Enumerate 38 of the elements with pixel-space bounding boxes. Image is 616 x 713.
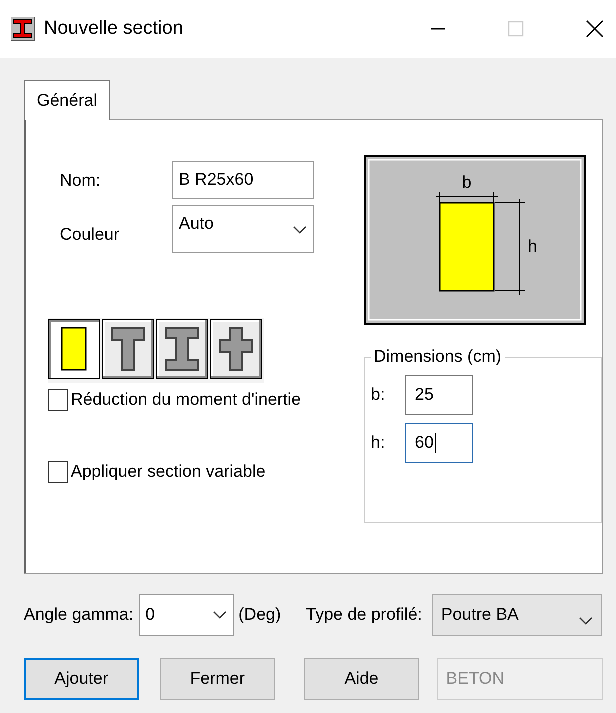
- ibeam-icon: [11, 17, 35, 41]
- chevron-down-icon: [293, 226, 307, 234]
- cross-icon: [216, 324, 256, 374]
- section-type-button[interactable]: [102, 319, 154, 379]
- dimension-field[interactable]: 25: [405, 375, 473, 415]
- field-label: Couleur: [59, 224, 121, 245]
- chevron-down-icon: [212, 611, 227, 619]
- tee-beam-icon: [108, 324, 148, 374]
- tab[interactable]: Général: [24, 80, 110, 120]
- field-label: Nom:: [59, 170, 102, 191]
- checkbox[interactable]: [48, 461, 68, 483]
- maximize-icon: [508, 21, 524, 37]
- ibeam-icon: [162, 324, 202, 374]
- checkbox-label: Appliquer section variable: [71, 462, 266, 482]
- name-field[interactable]: B R25x60: [172, 161, 314, 199]
- section-preview-drawing: b h: [364, 155, 586, 325]
- color-dropdown[interactable]: Auto: [172, 205, 314, 253]
- dialog-button[interactable]: Fermer: [160, 658, 276, 700]
- checkbox[interactable]: [48, 389, 68, 411]
- dialog-button[interactable]: Aide: [304, 658, 420, 700]
- close-icon[interactable]: [586, 20, 604, 38]
- field-label: Type de profilé:: [306, 605, 422, 625]
- field-label: h:: [371, 433, 386, 453]
- section-type-button[interactable]: [48, 319, 100, 379]
- dialog-button[interactable]: Ajouter: [24, 658, 140, 700]
- checkbox-label: Réduction du moment d'inertie: [71, 390, 302, 410]
- section-type-button[interactable]: [210, 319, 262, 379]
- section-type-button[interactable]: [156, 319, 208, 379]
- angle-dropdown[interactable]: 0: [138, 594, 234, 636]
- field-label: b:: [371, 385, 386, 405]
- unit-label: (Deg): [238, 605, 282, 625]
- material-field: BETON: [437, 658, 603, 700]
- window-title: Nouvelle section: [44, 18, 184, 40]
- chevron-down-icon: [579, 617, 594, 625]
- group-title: Dimensions (cm): [373, 347, 503, 367]
- profile-dropdown[interactable]: Poutre BA: [432, 594, 602, 636]
- field-label: Angle gamma:: [24, 605, 134, 625]
- dimension-field[interactable]: 60: [405, 423, 473, 463]
